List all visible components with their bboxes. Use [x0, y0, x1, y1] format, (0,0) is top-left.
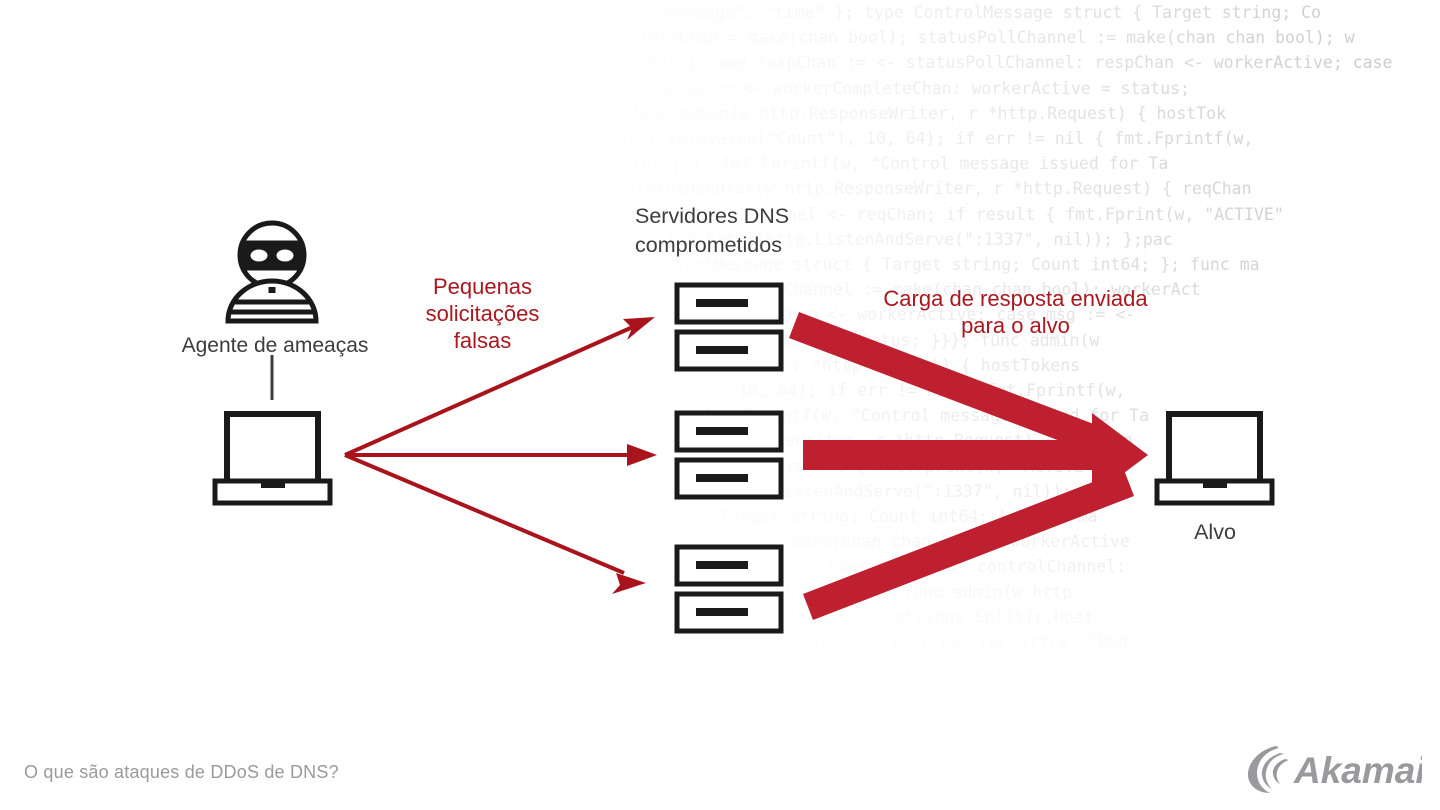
attacker-laptop-icon: [212, 411, 333, 506]
diagram-vectors: [212, 220, 1275, 634]
small-requests-flow-label: Pequenas solicitações falsas: [425, 274, 540, 353]
akamai-logo: Akamai: [1247, 746, 1422, 793]
response-payload-flow-label: Carga de resposta enviada para o alvo: [883, 286, 1148, 338]
diagram-canvas: const = "message", "time" }; type Contro…: [0, 0, 1440, 810]
footer-caption: O que são ataques de DDoS de DNS?: [24, 762, 339, 782]
burglar-mask-icon: [241, 244, 303, 267]
burglar-icon: [225, 220, 319, 324]
response-arrows: [789, 312, 1148, 620]
dns-server-3-icon: [674, 544, 784, 634]
akamai-swoosh-icon: [1247, 746, 1289, 793]
threat-actor-label: Agente de ameaças: [181, 334, 369, 357]
dns-server-2-icon: [674, 410, 784, 500]
dns-server-1-icon: [674, 282, 784, 372]
dns-servers-label: Servidores DNS comprometidos: [635, 204, 790, 257]
target-laptop-icon: [1154, 411, 1275, 506]
target-label: Alvo: [1194, 520, 1236, 544]
akamai-wordmark: Akamai: [1293, 750, 1422, 791]
